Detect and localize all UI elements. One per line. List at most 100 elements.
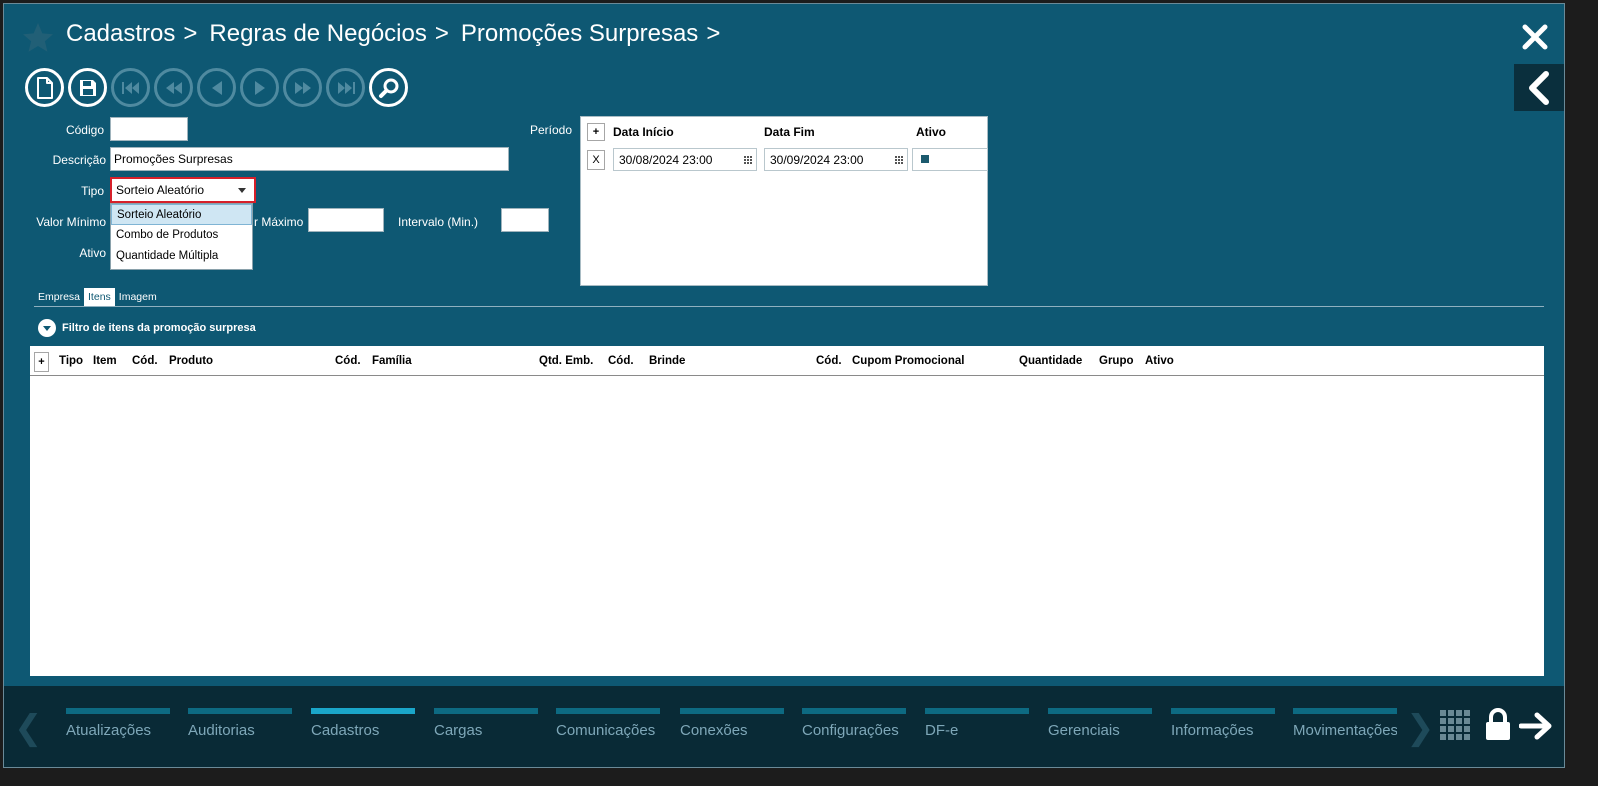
previous-record-button[interactable] — [197, 68, 236, 107]
chevron-right-icon[interactable]: ❯ — [1406, 708, 1435, 748]
codigo-input[interactable] — [110, 117, 188, 141]
nav-indicator — [1171, 708, 1275, 714]
tab-imagem[interactable]: Imagem — [115, 288, 161, 306]
search-button[interactable] — [369, 68, 408, 107]
last-icon — [337, 81, 355, 94]
nav-indicator — [1048, 708, 1152, 714]
nav-label: Comunicações — [556, 722, 656, 739]
add-period-button[interactable]: + — [587, 123, 605, 141]
data-fim-field[interactable]: 30/09/2024 23:00 — [764, 148, 908, 171]
nav-indicator — [802, 708, 906, 714]
periodo-label: Período — [529, 123, 572, 137]
intervalo-input[interactable] — [501, 208, 549, 232]
nav-label: Configurações — [802, 722, 899, 739]
nav-item-dfe[interactable]: DF-e — [925, 708, 1029, 739]
breadcrumb-item[interactable]: Regras de Negócios — [209, 20, 426, 48]
remove-period-button[interactable]: X — [587, 150, 605, 170]
first-record-button[interactable] — [111, 68, 150, 107]
nav-label: DF-e — [925, 722, 959, 739]
tab-bar: Empresa Itens Imagem — [34, 288, 161, 306]
next-page-button[interactable] — [283, 68, 322, 107]
dropdown-arrow-icon — [238, 188, 246, 193]
nav-item-informacoes[interactable]: Informações — [1171, 708, 1275, 739]
breadcrumb-item[interactable]: Promoções Surpresas — [461, 20, 698, 48]
chevron-down-icon — [38, 319, 56, 337]
nav-item-movimentacoes[interactable]: Movimentações — [1293, 708, 1397, 739]
nav-item-cadastros[interactable]: Cadastros — [311, 708, 415, 739]
column-header: Cód. — [816, 355, 842, 367]
play-left-icon — [211, 80, 222, 95]
previous-page-button[interactable] — [154, 68, 193, 107]
breadcrumb: Cadastros > Regras de Negócios > Promoçõ… — [66, 20, 732, 48]
fast-forward-icon — [294, 81, 311, 94]
data-inicio-field[interactable]: 30/08/2024 23:00 — [613, 148, 757, 171]
chevron-left-icon — [1529, 70, 1549, 105]
rewind-icon — [165, 81, 182, 94]
nav-item-comunicacoes[interactable]: Comunicações — [556, 708, 660, 739]
collapse-panel-button[interactable] — [1514, 64, 1564, 111]
tipo-select[interactable]: Sorteio Aleatório — [110, 177, 256, 203]
column-header: Brinde — [649, 355, 686, 367]
favorite-star-icon[interactable] — [20, 20, 56, 56]
descricao-label: Descrição — [52, 153, 106, 167]
nav-indicator — [1293, 708, 1397, 714]
tipo-option[interactable]: Combo de Produtos — [111, 225, 252, 246]
descricao-input[interactable] — [110, 147, 509, 171]
nav-item-cargas[interactable]: Cargas — [434, 708, 538, 739]
first-icon — [121, 81, 139, 94]
logout-arrow-icon[interactable] — [1519, 712, 1553, 740]
breadcrumb-item[interactable]: Cadastros — [66, 20, 175, 48]
apps-grid-icon[interactable] — [1440, 710, 1472, 742]
column-header: Cupom Promocional — [852, 355, 965, 367]
tab-divider — [34, 306, 1544, 307]
valor-maximo-input[interactable] — [308, 208, 384, 232]
record-toolbar — [25, 68, 408, 107]
nav-item-atualizacoes[interactable]: Atualizações — [66, 708, 170, 739]
nav-item-configuracoes[interactable]: Configurações — [802, 708, 906, 739]
last-record-button[interactable] — [326, 68, 365, 107]
nav-item-gerenciais[interactable]: Gerenciais — [1048, 708, 1152, 739]
nav-indicator — [188, 708, 292, 714]
save-button[interactable] — [68, 68, 107, 107]
search-icon — [378, 78, 398, 98]
calendar-icon[interactable] — [895, 156, 903, 164]
chevron-left-icon[interactable]: ❮ — [14, 708, 43, 748]
column-header: Produto — [169, 355, 214, 367]
tab-itens[interactable]: Itens — [84, 288, 115, 306]
nav-indicator — [556, 708, 660, 714]
tipo-dropdown-list: Sorteio Aleatório Combo de Produtos Quan… — [110, 203, 253, 270]
periodo-table: + Data Início Data Fim Ativo X 30/08/202… — [580, 116, 988, 286]
nav-label: Atualizações — [66, 722, 152, 739]
nav-indicator — [311, 708, 415, 714]
breadcrumb-separator: > — [183, 20, 198, 47]
data-inicio-value: 30/08/2024 23:00 — [619, 153, 713, 167]
column-header: Qtd. Emb. — [539, 355, 594, 367]
codigo-label: Código — [65, 123, 104, 137]
next-record-button[interactable] — [240, 68, 279, 107]
nav-item-conexoes[interactable]: Conexões — [680, 708, 784, 739]
tab-empresa[interactable]: Empresa — [34, 288, 84, 306]
add-item-button[interactable]: + — [34, 352, 49, 372]
column-header: Cód. — [335, 355, 361, 367]
items-grid-header: + Tipo Item Cód. Produto Cód. Família Qt… — [30, 346, 1544, 376]
tipo-option[interactable]: Quantidade Múltipla — [111, 246, 252, 267]
column-header: Data Início — [613, 125, 674, 139]
new-record-button[interactable] — [25, 68, 64, 107]
lock-icon[interactable] — [1484, 708, 1512, 742]
column-header: Ativo — [1145, 355, 1174, 367]
tipo-option[interactable]: Sorteio Aleatório — [111, 204, 252, 225]
column-header: Data Fim — [764, 125, 815, 139]
calendar-icon[interactable] — [744, 156, 752, 164]
column-header: Item — [93, 355, 117, 367]
filter-label: Filtro de itens da promoção surpresa — [62, 322, 256, 334]
column-header: Cód. — [608, 355, 634, 367]
valor-minimo-label: Valor Mínimo — [36, 215, 106, 229]
filter-toggle[interactable]: Filtro de itens da promoção surpresa — [38, 319, 256, 337]
new-document-icon — [36, 76, 53, 99]
ativo-checkbox[interactable] — [921, 155, 929, 163]
close-icon[interactable] — [1520, 22, 1550, 52]
items-grid: + Tipo Item Cód. Produto Cód. Família Qt… — [30, 346, 1544, 676]
main-window: Cadastros > Regras de Negócios > Promoçõ… — [3, 3, 1565, 768]
nav-label: Auditorias — [188, 722, 255, 739]
nav-item-auditorias[interactable]: Auditorias — [188, 708, 292, 739]
